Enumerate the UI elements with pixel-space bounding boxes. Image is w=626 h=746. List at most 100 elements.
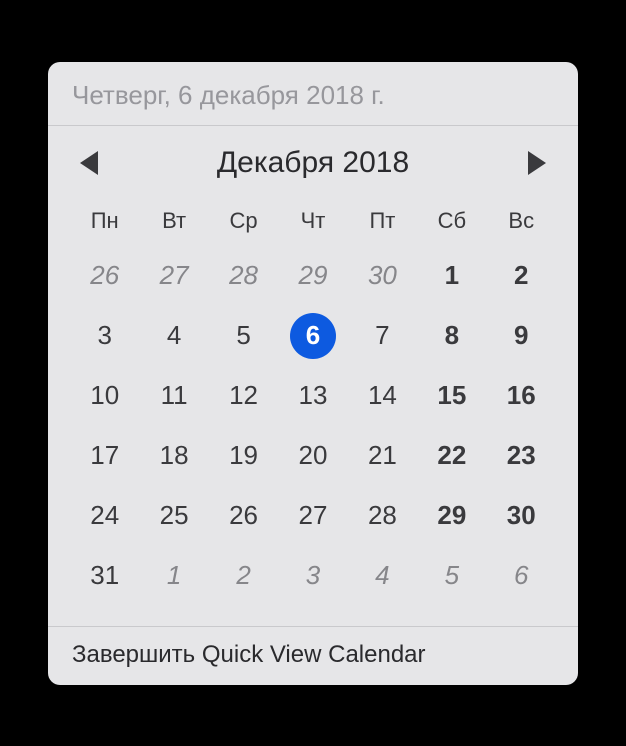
day-cell[interactable]: 26 — [70, 246, 139, 306]
day-cell-today[interactable]: 6 — [278, 306, 347, 366]
day-number: 1 — [167, 560, 181, 591]
day-cell[interactable]: 19 — [209, 426, 278, 486]
day-cell[interactable]: 24 — [70, 486, 139, 546]
day-cell[interactable]: 27 — [139, 246, 208, 306]
day-cell[interactable]: 1 — [139, 546, 208, 606]
day-cell[interactable]: 4 — [139, 306, 208, 366]
weekday-header: Ср — [209, 196, 278, 246]
day-cell[interactable]: 21 — [348, 426, 417, 486]
day-cell[interactable]: 29 — [278, 246, 347, 306]
weekday-header: Вс — [487, 196, 556, 246]
header: Четверг, 6 декабря 2018 г. — [48, 62, 578, 126]
day-number: 30 — [368, 260, 397, 291]
day-number: 28 — [368, 500, 397, 531]
day-cell[interactable]: 11 — [139, 366, 208, 426]
day-number: 14 — [368, 380, 397, 411]
weekday-header-row: ПнВтСрЧтПтСбВс — [70, 196, 556, 246]
day-number: 26 — [90, 260, 119, 291]
day-number: 10 — [90, 380, 119, 411]
day-number: 21 — [368, 440, 397, 471]
next-month-icon[interactable] — [528, 151, 546, 175]
day-number: 29 — [437, 500, 466, 531]
day-number: 30 — [507, 500, 536, 531]
day-cell[interactable]: 8 — [417, 306, 486, 366]
day-cell[interactable]: 3 — [278, 546, 347, 606]
day-number: 5 — [445, 560, 459, 591]
month-year-label: Декабря 2018 — [217, 146, 409, 180]
day-number: 4 — [167, 320, 181, 351]
day-number: 20 — [299, 440, 328, 471]
weekday-header: Сб — [417, 196, 486, 246]
day-number: 27 — [299, 500, 328, 531]
footer: Завершить Quick View Calendar — [48, 626, 578, 685]
day-cell[interactable]: 22 — [417, 426, 486, 486]
day-cell[interactable]: 5 — [417, 546, 486, 606]
day-number: 25 — [160, 500, 189, 531]
day-cell[interactable]: 1 — [417, 246, 486, 306]
day-cell[interactable]: 28 — [209, 246, 278, 306]
day-cell[interactable]: 30 — [487, 486, 556, 546]
day-cell[interactable]: 20 — [278, 426, 347, 486]
day-number: 27 — [160, 260, 189, 291]
week-row: 10 11 12 13 14 15 16 — [70, 366, 556, 426]
day-number: 16 — [507, 380, 536, 411]
day-cell[interactable]: 10 — [70, 366, 139, 426]
day-number: 17 — [90, 440, 119, 471]
day-cell[interactable]: 2 — [487, 246, 556, 306]
weekday-header: Пт — [348, 196, 417, 246]
day-cell[interactable]: 16 — [487, 366, 556, 426]
day-cell[interactable]: 31 — [70, 546, 139, 606]
day-cell[interactable]: 12 — [209, 366, 278, 426]
weekday-header: Пн — [70, 196, 139, 246]
weekday-header: Вт — [139, 196, 208, 246]
day-cell[interactable]: 3 — [70, 306, 139, 366]
day-cell[interactable]: 2 — [209, 546, 278, 606]
day-number: 19 — [229, 440, 258, 471]
day-cell[interactable]: 9 — [487, 306, 556, 366]
day-number: 18 — [160, 440, 189, 471]
day-number: 2 — [514, 260, 528, 291]
day-number: 23 — [507, 440, 536, 471]
day-cell[interactable]: 5 — [209, 306, 278, 366]
day-cell[interactable]: 26 — [209, 486, 278, 546]
week-row: 26 27 28 29 30 1 2 — [70, 246, 556, 306]
day-number: 13 — [299, 380, 328, 411]
prev-month-icon[interactable] — [80, 151, 98, 175]
day-number: 15 — [437, 380, 466, 411]
day-cell[interactable]: 17 — [70, 426, 139, 486]
day-number: 11 — [161, 380, 188, 411]
day-cell[interactable]: 30 — [348, 246, 417, 306]
day-cell[interactable]: 14 — [348, 366, 417, 426]
day-cell[interactable]: 25 — [139, 486, 208, 546]
day-cell[interactable]: 7 — [348, 306, 417, 366]
day-number: 6 — [514, 560, 528, 591]
quit-button[interactable]: Завершить Quick View Calendar — [72, 641, 554, 669]
day-cell[interactable]: 13 — [278, 366, 347, 426]
day-cell[interactable]: 29 — [417, 486, 486, 546]
day-cell[interactable]: 27 — [278, 486, 347, 546]
day-cell[interactable]: 28 — [348, 486, 417, 546]
day-cell[interactable]: 4 — [348, 546, 417, 606]
day-number: 3 — [97, 320, 111, 351]
day-number: 2 — [236, 560, 250, 591]
day-cell[interactable]: 15 — [417, 366, 486, 426]
day-number: 1 — [445, 260, 459, 291]
month-navigation: Декабря 2018 — [48, 126, 578, 192]
calendar-grid: ПнВтСрЧтПтСбВс 2627282930123456789101112… — [48, 192, 578, 626]
day-number: 4 — [375, 560, 389, 591]
day-number: 22 — [437, 440, 466, 471]
day-number: 28 — [229, 260, 258, 291]
day-number: 7 — [375, 320, 389, 351]
day-number: 6 — [306, 320, 320, 351]
day-cell[interactable]: 23 — [487, 426, 556, 486]
day-number: 3 — [306, 560, 320, 591]
day-cell[interactable]: 6 — [487, 546, 556, 606]
current-date-label: Четверг, 6 декабря 2018 г. — [72, 80, 554, 111]
day-number: 31 — [90, 560, 119, 591]
week-row: 17 18 19 20 21 22 23 — [70, 426, 556, 486]
calendar-widget: Четверг, 6 декабря 2018 г. Декабря 2018 … — [48, 62, 578, 685]
day-cell[interactable]: 18 — [139, 426, 208, 486]
day-number: 8 — [445, 320, 459, 351]
week-row: 24 25 26 27 28 29 30 — [70, 486, 556, 546]
day-number: 24 — [90, 500, 119, 531]
